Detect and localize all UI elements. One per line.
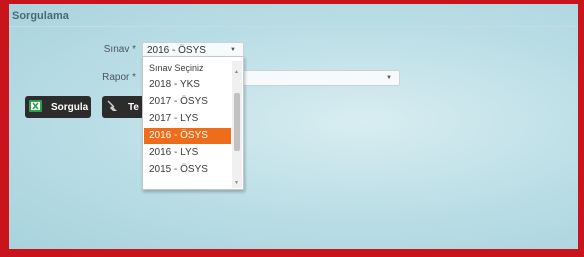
sinav-select-value: 2016 - ÖSYS	[147, 45, 206, 56]
temizle-button[interactable]: Te	[102, 96, 144, 118]
broom-icon	[107, 100, 117, 111]
scrollbar-thumb[interactable]	[234, 93, 240, 151]
dropdown-option[interactable]: 2016 - LYS	[144, 145, 231, 161]
chevron-down-icon: ▼	[230, 47, 236, 53]
excel-icon	[29, 100, 42, 112]
sinav-label: Sınav *	[103, 44, 136, 55]
sorgula-button[interactable]: Sorgula	[25, 96, 91, 118]
dropdown-option[interactable]: 2017 - LYS	[144, 111, 231, 127]
sinav-dropdown-list[interactable]: Sınav Seçiniz 2018 - YKS 2017 - ÖSYS 201…	[142, 56, 244, 190]
dropdown-option-selected[interactable]: 2016 - ÖSYS	[144, 128, 231, 144]
dropdown-scrollbar[interactable]: ▲ ▼	[232, 61, 242, 188]
sorgula-label: Sorgula	[51, 102, 89, 113]
panel-title: Sorgulama	[12, 10, 69, 22]
dropdown-option[interactable]: Sınav Seçiniz	[144, 60, 231, 76]
scroll-down-icon[interactable]: ▼	[234, 180, 239, 186]
rapor-label: Rapor *	[102, 72, 136, 83]
scroll-up-icon[interactable]: ▲	[234, 69, 239, 75]
dropdown-option[interactable]: 2017 - ÖSYS	[144, 94, 231, 110]
query-panel: Sorgulama Sınav * 2016 - ÖSYS ▼ Rapor * …	[0, 0, 584, 257]
chevron-down-icon: ▼	[386, 75, 392, 81]
panel-header: Sorgulama	[9, 4, 578, 27]
temizle-label: Te	[128, 102, 139, 113]
dropdown-option[interactable]: 2015 - ÖSYS	[144, 162, 231, 178]
dropdown-option[interactable]: 2018 - YKS	[144, 77, 231, 93]
